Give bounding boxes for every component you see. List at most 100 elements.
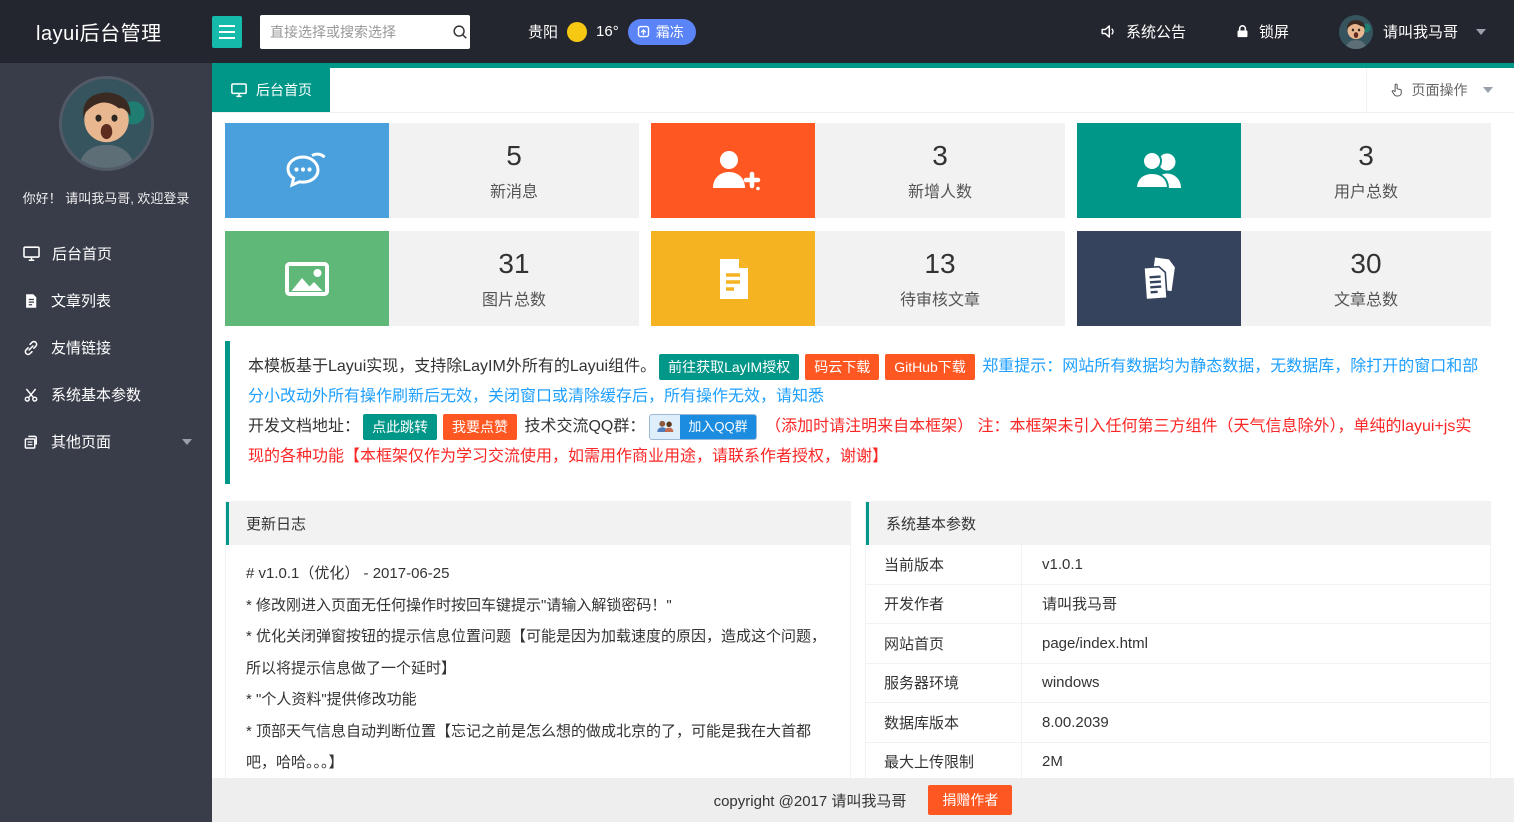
sidebar-item-articles[interactable]: 文章列表: [0, 277, 212, 324]
param-value: page/index.html: [1021, 624, 1490, 663]
param-value: 2M: [1021, 743, 1490, 782]
stat-info: 31 图片总数: [389, 231, 639, 326]
notice-red-note1: （添加时请注明来自本框架）: [765, 418, 973, 435]
lock-label: 锁屏: [1259, 21, 1289, 42]
qq-group-label: 技术交流QQ群：: [524, 418, 645, 435]
monitor-icon: [230, 81, 248, 99]
header-right-group: 系统公告 锁屏 请叫我马哥: [1099, 15, 1514, 49]
changelog-title: 更新日志: [226, 502, 850, 545]
param-label: 最大上传限制: [866, 751, 1021, 772]
doc-jump-button[interactable]: 点此跳转: [363, 414, 437, 440]
app-logo: layui后台管理: [0, 17, 212, 46]
sidebar-item-home[interactable]: 后台首页: [0, 230, 212, 277]
speaker-icon: [1099, 22, 1118, 41]
tab-home[interactable]: 后台首页: [212, 68, 330, 112]
tab-label: 后台首页: [256, 80, 312, 100]
docs-icon: [1077, 231, 1241, 326]
param-label: 当前版本: [866, 554, 1021, 575]
gitee-download-button[interactable]: 码云下载: [805, 354, 879, 380]
stat-label: 新消息: [490, 178, 538, 202]
page-actions-dropdown[interactable]: 页面操作: [1366, 68, 1514, 112]
param-label: 服务器环境: [866, 672, 1021, 693]
quick-search: [260, 15, 470, 49]
stat-card-total-images: 31 图片总数: [225, 231, 639, 326]
menu-toggle-button[interactable]: [212, 16, 242, 48]
join-qq-group-button[interactable]: 加入QQ群: [649, 414, 756, 440]
app-window: layui后台管理 贵阳 16° 霜冻: [0, 0, 1514, 822]
hand-pointer-icon: [1389, 82, 1405, 98]
sidebar-item-label: 文章列表: [51, 290, 111, 311]
sidebar-item-other-pages[interactable]: 其他页面: [0, 418, 212, 465]
page-footer: copyright @2017 请叫我马哥 捐赠作者: [212, 778, 1514, 822]
sidebar-item-links[interactable]: 友情链接: [0, 324, 212, 371]
stat-info: 3 新增人数: [815, 123, 1065, 218]
sidebar-item-label: 友情链接: [51, 337, 111, 358]
bottom-panels: 更新日志 # v1.0.1（优化） - 2017-06-25 * 修改刚进入页面…: [225, 501, 1491, 801]
changelog-line: * 修改刚进入页面无任何操作时按回车键提示"请输入解锁密码！": [246, 590, 830, 622]
alert-export-icon: [636, 24, 651, 39]
stat-value: 5: [506, 140, 522, 172]
qq-people-icon: [650, 415, 680, 439]
stat-label: 用户总数: [1334, 178, 1398, 202]
page-actions-label: 页面操作: [1412, 80, 1468, 100]
avatar: [1339, 15, 1373, 49]
sidebar-item-system-params[interactable]: 系统基本参数: [0, 371, 212, 418]
copyright-text: copyright @2017 请叫我马哥: [714, 790, 907, 811]
layim-auth-button[interactable]: 前往获取LayIM授权: [659, 354, 799, 380]
changelog-panel: 更新日志 # v1.0.1（优化） - 2017-06-25 * 修改刚进入页面…: [225, 501, 851, 801]
stat-value: 3: [1358, 140, 1374, 172]
weather-widget: 贵阳 16° 霜冻: [528, 19, 696, 45]
image-icon: [225, 231, 389, 326]
stat-label: 新增人数: [908, 178, 972, 202]
lock-icon: [1234, 23, 1251, 40]
doc-icon: [651, 231, 815, 326]
github-download-button[interactable]: GitHub下载: [885, 354, 975, 380]
weather-alert-label: 霜冻: [656, 22, 684, 42]
sidebar-item-label: 后台首页: [52, 243, 112, 264]
sun-icon: [567, 22, 587, 42]
chat-icon: [225, 123, 389, 218]
announcement-label: 系统公告: [1126, 21, 1186, 42]
sidebar-item-label: 系统基本参数: [51, 384, 141, 405]
search-icon[interactable]: [451, 23, 469, 41]
table-row: 网站首页 page/index.html: [866, 624, 1490, 664]
weather-city: 贵阳: [528, 21, 558, 42]
stat-card-pending-articles: 13 待审核文章: [651, 231, 1065, 326]
pages-icon: [22, 433, 40, 451]
stat-value: 30: [1350, 248, 1381, 280]
tab-bar: 后台首页 页面操作: [212, 68, 1514, 113]
user-menu[interactable]: 请叫我马哥: [1339, 15, 1486, 49]
donate-button[interactable]: 捐赠作者: [928, 785, 1012, 815]
monitor-icon: [22, 244, 41, 263]
stat-info: 30 文章总数: [1241, 231, 1491, 326]
doc-address-label: 开发文档地址：: [248, 418, 360, 435]
user-add-icon: [651, 123, 815, 218]
stat-card-total-articles: 30 文章总数: [1077, 231, 1491, 326]
table-row: 服务器环境 windows: [866, 664, 1490, 704]
sidebar-nav: 后台首页 文章列表 友情链接: [0, 230, 212, 465]
param-value: windows: [1021, 664, 1490, 703]
search-input[interactable]: [270, 24, 451, 40]
sidebar-avatar: [59, 76, 154, 171]
table-row: 最大上传限制 2M: [866, 743, 1490, 783]
qq-button-label: 加入QQ群: [680, 415, 755, 439]
params-icon: [22, 386, 40, 404]
notice-quote: 本模板基于Layui实现，支持除LayIM外所有的Layui组件。前往获取Lay…: [225, 341, 1491, 484]
stat-cards: 5 新消息 3 新增人数: [225, 123, 1491, 326]
stat-info: 5 新消息: [389, 123, 639, 218]
weather-temp: 16°: [596, 23, 619, 40]
changelog-line: * 优化关闭弹窗按钮的提示信息位置问题【可能是因为加载速度的原因，造成这个问题，…: [246, 621, 830, 684]
changelog-body: # v1.0.1（优化） - 2017-06-25 * 修改刚进入页面无任何操作…: [226, 545, 850, 801]
welcome-text: 你好！ 请叫我马哥, 欢迎登录: [23, 188, 190, 207]
sidebar: 你好！ 请叫我马哥, 欢迎登录 后台首页 文章列表: [0, 63, 212, 822]
article-icon: [22, 292, 40, 310]
system-announcement-button[interactable]: 系统公告: [1099, 21, 1186, 42]
like-button[interactable]: 我要点赞: [443, 414, 517, 440]
lock-screen-button[interactable]: 锁屏: [1234, 21, 1289, 42]
page-content: 5 新消息 3 新增人数: [212, 113, 1514, 822]
param-label: 数据库版本: [866, 712, 1021, 733]
stat-info: 13 待审核文章: [815, 231, 1065, 326]
stat-info: 3 用户总数: [1241, 123, 1491, 218]
top-header: layui后台管理 贵阳 16° 霜冻: [0, 0, 1514, 63]
table-row: 当前版本 v1.0.1: [866, 545, 1490, 585]
